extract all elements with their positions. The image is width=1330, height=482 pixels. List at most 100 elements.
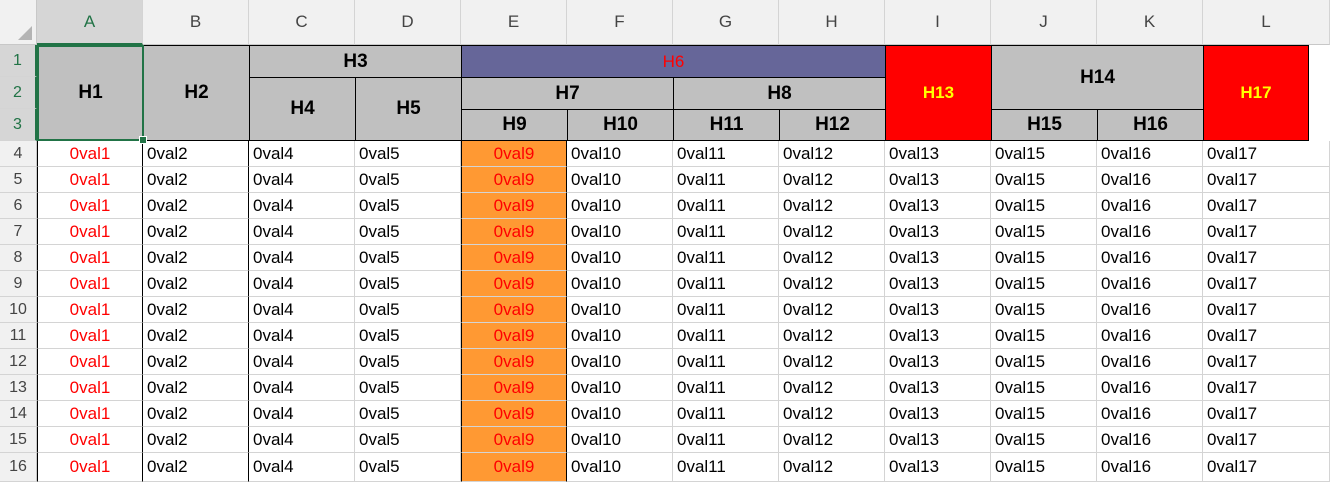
cell-f16[interactable]: 0val10 xyxy=(567,453,673,482)
cell-f9[interactable]: 0val10 xyxy=(567,271,673,297)
cell-l15[interactable]: 0val17 xyxy=(1203,427,1330,453)
cell-i10[interactable]: 0val13 xyxy=(885,297,991,323)
column-header-b[interactable]: B xyxy=(143,0,249,45)
cell-j7[interactable]: 0val15 xyxy=(991,219,1097,245)
cell-i5[interactable]: 0val13 xyxy=(885,167,991,193)
row-header-6[interactable]: 6 xyxy=(0,193,37,219)
cell-i15[interactable]: 0val13 xyxy=(885,427,991,453)
cell-a13[interactable]: 0val1 xyxy=(37,375,143,401)
column-header-d[interactable]: D xyxy=(355,0,461,45)
cell-c15[interactable]: 0val4 xyxy=(249,427,355,453)
row-header-13[interactable]: 13 xyxy=(0,375,37,401)
cell-b5[interactable]: 0val2 xyxy=(143,167,249,193)
cell-a15[interactable]: 0val1 xyxy=(37,427,143,453)
column-header-l[interactable]: L xyxy=(1203,0,1330,45)
cell-h7[interactable]: 0val12 xyxy=(779,219,885,245)
cell-k5[interactable]: 0val16 xyxy=(1097,167,1203,193)
cell-k14[interactable]: 0val16 xyxy=(1097,401,1203,427)
cell-l9[interactable]: 0val17 xyxy=(1203,271,1330,297)
cell-j9[interactable]: 0val15 xyxy=(991,271,1097,297)
row-header-16[interactable]: 16 xyxy=(0,453,37,482)
cell-d11[interactable]: 0val5 xyxy=(355,323,461,349)
cell-k12[interactable]: 0val16 xyxy=(1097,349,1203,375)
row-header-15[interactable]: 15 xyxy=(0,427,37,453)
header-cell-h13[interactable]: H13 xyxy=(885,45,992,141)
cell-e15[interactable]: 0val9 xyxy=(461,427,567,453)
select-all-corner[interactable] xyxy=(0,0,37,45)
cell-a16[interactable]: 0val1 xyxy=(37,453,143,482)
cell-k8[interactable]: 0val16 xyxy=(1097,245,1203,271)
cell-k6[interactable]: 0val16 xyxy=(1097,193,1203,219)
cell-e10[interactable]: 0val9 xyxy=(461,297,567,323)
header-cell-h8[interactable]: H8 xyxy=(673,77,886,110)
cell-j11[interactable]: 0val15 xyxy=(991,323,1097,349)
cell-f6[interactable]: 0val10 xyxy=(567,193,673,219)
column-header-a[interactable]: A xyxy=(37,0,143,45)
cell-l16[interactable]: 0val17 xyxy=(1203,453,1330,482)
cell-c11[interactable]: 0val4 xyxy=(249,323,355,349)
cell-k16[interactable]: 0val16 xyxy=(1097,453,1203,482)
cell-b9[interactable]: 0val2 xyxy=(143,271,249,297)
cell-b4[interactable]: 0val2 xyxy=(143,141,249,167)
cell-b16[interactable]: 0val2 xyxy=(143,453,249,482)
cell-c9[interactable]: 0val4 xyxy=(249,271,355,297)
cell-h9[interactable]: 0val12 xyxy=(779,271,885,297)
cell-h12[interactable]: 0val12 xyxy=(779,349,885,375)
cell-a11[interactable]: 0val1 xyxy=(37,323,143,349)
cell-g11[interactable]: 0val11 xyxy=(673,323,779,349)
row-header-14[interactable]: 14 xyxy=(0,401,37,427)
column-header-c[interactable]: C xyxy=(249,0,355,45)
cell-a4[interactable]: 0val1 xyxy=(37,141,143,167)
cell-g6[interactable]: 0val11 xyxy=(673,193,779,219)
cell-l7[interactable]: 0val17 xyxy=(1203,219,1330,245)
cell-e4[interactable]: 0val9 xyxy=(461,141,567,167)
cell-c12[interactable]: 0val4 xyxy=(249,349,355,375)
cell-f12[interactable]: 0val10 xyxy=(567,349,673,375)
cell-f10[interactable]: 0val10 xyxy=(567,297,673,323)
cell-a9[interactable]: 0val1 xyxy=(37,271,143,297)
row-header-5[interactable]: 5 xyxy=(0,167,37,193)
cell-f11[interactable]: 0val10 xyxy=(567,323,673,349)
cell-j14[interactable]: 0val15 xyxy=(991,401,1097,427)
row-header-12[interactable]: 12 xyxy=(0,349,37,375)
header-cell-h15[interactable]: H15 xyxy=(991,109,1098,141)
cell-i13[interactable]: 0val13 xyxy=(885,375,991,401)
cell-g15[interactable]: 0val11 xyxy=(673,427,779,453)
cell-g7[interactable]: 0val11 xyxy=(673,219,779,245)
header-cell-h5[interactable]: H5 xyxy=(355,77,462,141)
column-header-j[interactable]: J xyxy=(991,0,1097,45)
cell-d8[interactable]: 0val5 xyxy=(355,245,461,271)
cell-g12[interactable]: 0val11 xyxy=(673,349,779,375)
cell-a12[interactable]: 0val1 xyxy=(37,349,143,375)
row-header-2[interactable]: 2 xyxy=(0,77,37,109)
row-header-3[interactable]: 3 xyxy=(0,109,37,141)
cell-h16[interactable]: 0val12 xyxy=(779,453,885,482)
cell-f15[interactable]: 0val10 xyxy=(567,427,673,453)
header-cell-h17[interactable]: H17 xyxy=(1203,45,1309,141)
column-header-k[interactable]: K xyxy=(1097,0,1203,45)
cell-l13[interactable]: 0val17 xyxy=(1203,375,1330,401)
row-header-7[interactable]: 7 xyxy=(0,219,37,245)
cell-h13[interactable]: 0val12 xyxy=(779,375,885,401)
cell-j10[interactable]: 0val15 xyxy=(991,297,1097,323)
cell-f4[interactable]: 0val10 xyxy=(567,141,673,167)
cell-d16[interactable]: 0val5 xyxy=(355,453,461,482)
cell-d6[interactable]: 0val5 xyxy=(355,193,461,219)
cell-e11[interactable]: 0val9 xyxy=(461,323,567,349)
cell-f8[interactable]: 0val10 xyxy=(567,245,673,271)
cell-k4[interactable]: 0val16 xyxy=(1097,141,1203,167)
cell-g10[interactable]: 0val11 xyxy=(673,297,779,323)
cell-a7[interactable]: 0val1 xyxy=(37,219,143,245)
fill-handle[interactable] xyxy=(139,136,147,144)
cell-d5[interactable]: 0val5 xyxy=(355,167,461,193)
column-header-f[interactable]: F xyxy=(567,0,673,45)
cell-e13[interactable]: 0val9 xyxy=(461,375,567,401)
cell-c14[interactable]: 0val4 xyxy=(249,401,355,427)
cell-i9[interactable]: 0val13 xyxy=(885,271,991,297)
header-cell-h3[interactable]: H3 xyxy=(249,45,462,78)
column-header-h[interactable]: H xyxy=(779,0,885,45)
cell-i11[interactable]: 0val13 xyxy=(885,323,991,349)
cell-b10[interactable]: 0val2 xyxy=(143,297,249,323)
cell-b15[interactable]: 0val2 xyxy=(143,427,249,453)
header-cell-h2[interactable]: H2 xyxy=(143,45,250,141)
